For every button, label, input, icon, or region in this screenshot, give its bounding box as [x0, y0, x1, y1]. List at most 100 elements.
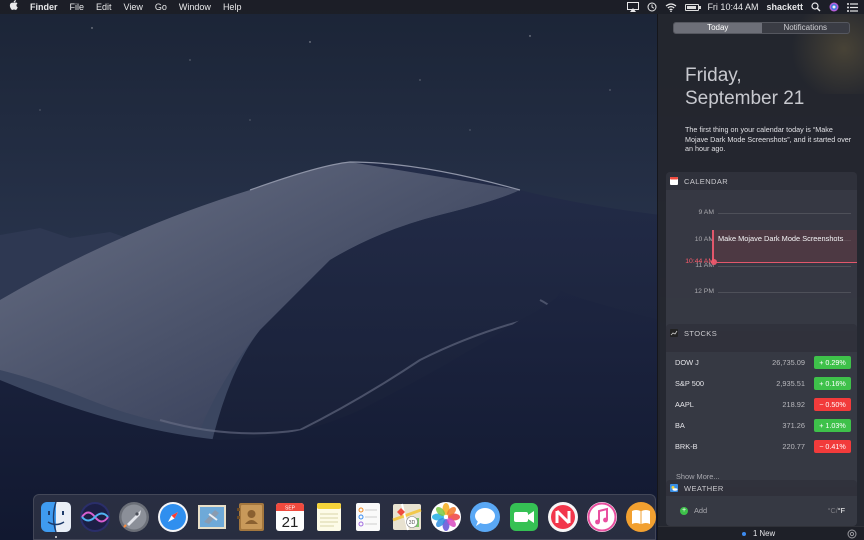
dock-itunes[interactable]	[585, 500, 619, 534]
dock-reminders[interactable]	[351, 500, 385, 534]
calendar-widget-header[interactable]: CALENDAR	[666, 174, 857, 188]
wifi-icon[interactable]	[665, 0, 677, 14]
dock-finder[interactable]	[39, 500, 73, 538]
menu-window[interactable]: Window	[173, 0, 217, 14]
stock-price: 371.26	[782, 421, 805, 430]
menu-file[interactable]: File	[64, 0, 91, 14]
stock-change-badge[interactable]: + 0.16%	[814, 377, 851, 390]
dock-mail[interactable]	[195, 500, 229, 534]
stock-row[interactable]: AAPL 218.92 − 0.50%	[666, 394, 857, 415]
svg-text:3D: 3D	[409, 520, 416, 526]
unit-celsius[interactable]: °C	[828, 506, 836, 515]
stock-price: 218.92	[782, 400, 805, 409]
dock-messages[interactable]	[468, 500, 502, 534]
stock-symbol: AAPL	[675, 400, 694, 409]
stocks-widget-header[interactable]: STOCKS	[666, 326, 857, 340]
spotlight-icon[interactable]	[811, 0, 821, 14]
tab-today[interactable]: Today	[674, 23, 762, 33]
menu-edit[interactable]: Edit	[90, 0, 118, 14]
contacts-icon	[237, 503, 264, 531]
stock-symbol: DOW J	[675, 358, 699, 367]
menu-bar: Finder File Edit View Go Window Help Fri…	[0, 0, 864, 14]
stock-row[interactable]: BA 371.26 + 1.03%	[666, 415, 857, 436]
dock-notes[interactable]	[312, 500, 346, 534]
maps-icon: 3D	[392, 503, 422, 531]
dock-news[interactable]	[546, 500, 580, 534]
calendar-widget-title: CALENDAR	[684, 176, 729, 186]
stock-price: 2,935.51	[776, 379, 805, 388]
dock-siri[interactable]	[78, 500, 112, 534]
today-notifications-segmented-control: Today Notifications	[673, 22, 850, 34]
stock-symbol: BA	[675, 421, 685, 430]
dock-calendar[interactable]: SEP 21	[273, 500, 307, 534]
stocks-widget-title: STOCKS	[684, 328, 718, 338]
dock-contacts[interactable]	[234, 500, 268, 534]
fast-user-switch[interactable]: shackett	[766, 0, 803, 14]
weather-widget-header[interactable]: WEATHER	[666, 481, 857, 495]
new-widgets-button[interactable]: 1 New	[742, 529, 775, 538]
stock-change-badge[interactable]: + 0.29%	[814, 356, 851, 369]
menu-help[interactable]: Help	[217, 0, 248, 14]
current-time-line	[716, 262, 857, 263]
stock-change-badge[interactable]: − 0.50%	[814, 398, 851, 411]
safari-icon	[158, 502, 188, 532]
calendar-icon: SEP 21	[276, 503, 304, 531]
today-date: September 21	[685, 88, 805, 109]
photos-icon	[431, 502, 461, 532]
apple-menu-icon[interactable]	[0, 0, 26, 15]
siri-icon	[80, 502, 110, 532]
notes-icon	[317, 503, 341, 531]
facetime-icon	[510, 503, 538, 531]
reminders-icon	[356, 503, 380, 531]
weather-widget: + Add °C/°F	[666, 496, 857, 526]
add-icon: +	[680, 506, 688, 515]
airplay-icon[interactable]	[627, 0, 640, 14]
calendar-small-icon	[670, 177, 678, 185]
hour-line	[718, 266, 851, 267]
finder-icon	[41, 501, 71, 533]
dock-launchpad[interactable]	[117, 500, 151, 534]
hour-line	[718, 292, 851, 293]
calendar-event-title: Make Mojave Dark Mode Screenshots	[718, 234, 844, 243]
stock-change-badge[interactable]: − 0.41%	[814, 440, 851, 453]
weather-small-icon	[670, 484, 678, 492]
calendar-time-label: 12 PM	[694, 288, 714, 295]
weather-add-location[interactable]: + Add	[680, 506, 707, 515]
siri-icon[interactable]	[829, 0, 839, 14]
tab-notifications[interactable]: Notifications	[762, 23, 850, 33]
stock-row[interactable]: DOW J 26,735.09 + 0.29%	[666, 352, 857, 373]
dock: SEP 21 3D	[33, 494, 656, 540]
dock-maps[interactable]: 3D	[390, 500, 424, 534]
menu-go[interactable]: Go	[149, 0, 173, 14]
weather-add-label: Add	[694, 506, 708, 515]
stock-row[interactable]: BRK-B 220.77 − 0.41%	[666, 436, 857, 457]
stock-change-badge[interactable]: + 1.03%	[814, 419, 851, 432]
hour-line	[718, 213, 851, 214]
dock-books[interactable]	[624, 500, 658, 534]
menu-bar-clock[interactable]: Fri 10:44 AM	[707, 0, 758, 14]
new-widgets-label: 1 New	[753, 529, 776, 538]
calendar-event[interactable]: Make Mojave Dark Mode Screenshots	[712, 230, 857, 262]
dock-facetime[interactable]	[507, 500, 541, 534]
launchpad-icon	[119, 502, 149, 532]
unit-fahrenheit[interactable]: °F	[838, 506, 845, 515]
calendar-time-label: 10 AM	[694, 236, 714, 243]
menu-view[interactable]: View	[118, 0, 149, 14]
news-icon	[548, 502, 578, 532]
menu-finder[interactable]: Finder	[26, 0, 64, 14]
today-weekday: Friday,	[685, 65, 742, 86]
new-indicator-dot	[742, 531, 746, 536]
calendar-time-label: 9 AM	[698, 209, 715, 216]
weather-widget-title: WEATHER	[684, 483, 724, 493]
dock-photos[interactable]	[429, 500, 463, 534]
today-summary: The first thing on your calendar today i…	[685, 125, 852, 154]
weather-unit-toggle[interactable]: °C/°F	[828, 506, 845, 515]
settings-gear-icon[interactable]	[847, 529, 857, 539]
time-machine-icon[interactable]	[647, 0, 657, 14]
dock-safari[interactable]	[156, 500, 190, 534]
notification-center-icon[interactable]	[847, 0, 858, 14]
running-indicator	[55, 536, 57, 538]
books-icon	[626, 502, 656, 532]
stock-row[interactable]: S&P 500 2,935.51 + 0.16%	[666, 373, 857, 394]
battery-icon[interactable]	[685, 0, 702, 14]
